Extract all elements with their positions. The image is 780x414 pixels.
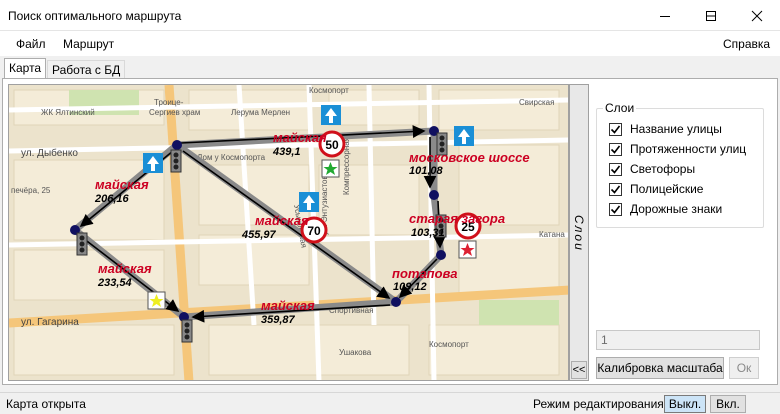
edge-length-label: 233,54 xyxy=(97,277,132,289)
window-title: Поиск оптимального маршрута xyxy=(8,9,182,23)
map-label: Катана xyxy=(539,230,565,239)
police-star-icon xyxy=(321,159,340,178)
menu-file[interactable]: Файл xyxy=(16,37,46,51)
edit-mode-on-button[interactable]: Вкл. xyxy=(710,395,746,413)
edge-street-label: майская xyxy=(95,177,149,192)
edge-street-label: старая загора xyxy=(409,211,505,226)
checkbox-icon[interactable] xyxy=(609,142,622,156)
edge-length-label: 455,97 xyxy=(241,229,277,241)
checkbox-icon[interactable] xyxy=(609,162,622,176)
route-node[interactable] xyxy=(436,250,446,260)
layer-label: Светофоры xyxy=(630,162,696,176)
police-star-icon xyxy=(147,291,166,310)
map-label: Лерума Мерлен xyxy=(231,108,290,117)
edge-length-label: 359,87 xyxy=(261,314,296,326)
speed-limit-value: 50 xyxy=(325,138,339,152)
map-label: Троице- xyxy=(154,98,184,107)
route-node[interactable] xyxy=(429,190,439,200)
edge-length-label: 439,1 xyxy=(272,146,301,158)
minimize-icon xyxy=(660,15,670,17)
tab-map[interactable]: Карта xyxy=(4,58,47,79)
map-label: Свирская xyxy=(519,98,554,107)
edge-street-label: майская xyxy=(273,130,327,145)
menu-route[interactable]: Маршрут xyxy=(63,37,114,51)
map-label: ЖК Ялтинский xyxy=(41,108,95,117)
edit-mode-label: Режим редактирования: xyxy=(533,397,668,411)
route-node[interactable] xyxy=(391,297,401,307)
map-label: ул. Дыбенко xyxy=(21,147,78,159)
maximize-btn[interactable] xyxy=(688,0,734,31)
map-view[interactable]: Космопорт Троице- Сергиев храм Лерума Ме… xyxy=(8,84,569,381)
checkbox-icon[interactable] xyxy=(609,182,622,196)
edge-length-label: 206,16 xyxy=(94,193,130,205)
edge-length-label: 103,31 xyxy=(411,227,445,239)
edge-street-label: майская xyxy=(98,261,152,276)
map-label: Дом у Космопорта xyxy=(197,153,266,162)
speed-limit-value: 70 xyxy=(307,224,321,238)
map-canvas[interactable]: Космопорт Троице- Сергиев храм Лерума Ме… xyxy=(9,85,569,381)
one-way-sign-icon xyxy=(321,105,341,125)
edit-mode-off-button[interactable]: Выкл. xyxy=(664,395,706,413)
edge-street-label: потапова xyxy=(392,266,457,281)
traffic-light-icon xyxy=(170,149,182,173)
map-label: Сергиев храм xyxy=(149,108,200,117)
menu-help[interactable]: Справка xyxy=(723,37,770,51)
collapse-layers-button[interactable]: << xyxy=(571,361,587,379)
maximize-icon xyxy=(706,10,716,21)
layer-label: Дорожные знаки xyxy=(630,202,723,216)
map-label: печёра, 25 xyxy=(11,186,51,195)
map-label: Космопорт xyxy=(429,340,469,349)
layer-checkbox-street-lengths[interactable]: Протяженности улиц xyxy=(609,141,746,157)
checkbox-icon[interactable] xyxy=(609,122,622,136)
layers-group-title: Слои xyxy=(603,101,637,115)
calibrate-scale-button[interactable]: Калибровка масштаба xyxy=(596,357,724,379)
traffic-light-icon xyxy=(76,232,88,256)
status-text: Карта открыта xyxy=(6,397,86,411)
layer-checkbox-police[interactable]: Полицейские xyxy=(609,181,703,197)
map-label: ул. Гагарина xyxy=(21,317,79,328)
layer-label: Полицейские xyxy=(630,182,704,196)
layer-label: Протяженности улиц xyxy=(630,142,747,156)
close-icon xyxy=(751,10,763,21)
layers-strip-label: Слои xyxy=(572,215,586,252)
traffic-light-icon xyxy=(181,319,193,343)
tab-database[interactable]: Работа с БД xyxy=(47,60,126,79)
edge-street-label: московское шоссе xyxy=(409,150,530,165)
layer-checkbox-traffic-lights[interactable]: Светофоры xyxy=(609,161,695,177)
scale-input[interactable]: 1 xyxy=(596,330,760,350)
one-way-sign-icon xyxy=(454,126,474,146)
layers-strip[interactable]: Слои << xyxy=(569,84,589,381)
layer-checkbox-street-names[interactable]: Название улицы xyxy=(609,121,722,137)
edge-length-label: 101,08 xyxy=(409,165,444,177)
layers-group: Слои Название улицы Протяженности улиц С… xyxy=(596,101,764,228)
route-node[interactable] xyxy=(172,140,182,150)
map-label: Ушакова xyxy=(339,348,372,357)
police-star-icon xyxy=(458,240,477,259)
status-bar: Карта открыта Режим редактирования: Выкл… xyxy=(0,392,780,414)
layer-checkbox-road-signs[interactable]: Дорожные знаки xyxy=(609,201,722,217)
minimize-btn[interactable] xyxy=(642,0,688,31)
edge-street-label: майская xyxy=(261,298,315,313)
close-btn[interactable] xyxy=(734,0,780,31)
one-way-sign-icon xyxy=(143,153,163,173)
checkbox-icon[interactable] xyxy=(609,202,622,216)
one-way-sign-icon xyxy=(299,192,319,212)
menu-bar: Файл Маршрут Справка xyxy=(0,31,780,56)
layer-label: Название улицы xyxy=(630,122,722,136)
edge-street-label: майская xyxy=(255,213,309,228)
map-label: Космопорт xyxy=(309,86,349,95)
edge-length-label: 109,12 xyxy=(393,281,427,293)
tab-strip: Карта Работа с БД xyxy=(0,57,780,79)
ok-button[interactable]: Ок xyxy=(729,357,759,379)
